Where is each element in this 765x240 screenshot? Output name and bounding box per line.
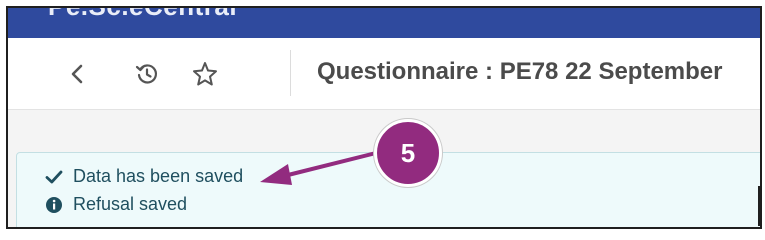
app-title: Pe.Sc.eCentral <box>48 6 238 21</box>
star-outline-icon <box>193 62 217 86</box>
history-icon <box>135 64 158 84</box>
edge-line <box>758 186 760 226</box>
app-header: Pe.Sc.eCentral <box>8 8 760 38</box>
toolbar-divider <box>290 50 291 96</box>
favorite-button[interactable] <box>189 58 221 90</box>
notification-text: Refusal saved <box>73 194 188 214</box>
page-title: Questionnaire : PE78 22 September <box>317 58 723 85</box>
check-icon <box>45 168 63 186</box>
screenshot-frame: Pe.Sc.eCentral Questionnaire : PE78 22 S… <box>6 6 762 229</box>
callout-arrow <box>260 149 386 185</box>
callout-badge: 5 <box>374 119 442 187</box>
chevron-left-icon <box>71 64 83 84</box>
back-button[interactable] <box>62 58 94 90</box>
notification-text: Data has been saved <box>73 166 244 186</box>
history-button[interactable] <box>131 58 163 90</box>
notification-item-saved: Data has been saved <box>45 166 243 187</box>
toolbar: Questionnaire : PE78 22 September <box>8 38 760 110</box>
info-circle-icon <box>45 196 63 214</box>
notification-item-refusal: Refusal saved <box>45 194 187 215</box>
